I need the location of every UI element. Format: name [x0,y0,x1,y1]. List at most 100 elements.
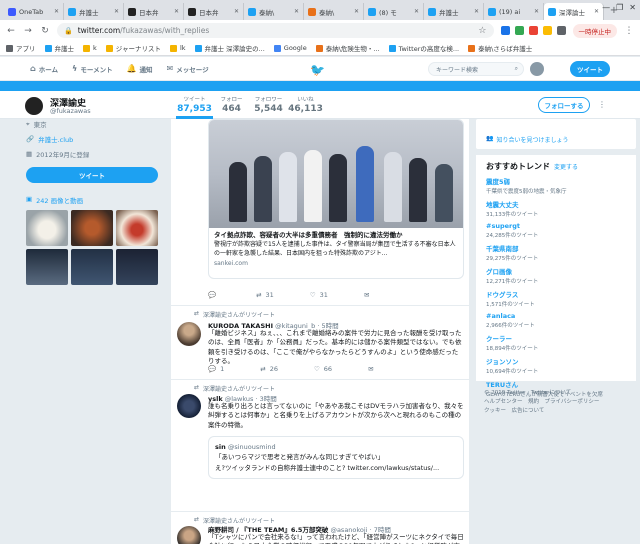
stat-likes[interactable]: いいね 46,113 [287,95,324,119]
compose-tweet-button[interactable]: ツイート [570,61,610,77]
profile-paused-badge[interactable]: 一時停止中 [572,23,617,38]
trend-item[interactable]: ジョンソン 10,694件のツイート [486,356,626,375]
close-window-icon[interactable]: ✕ [629,3,636,12]
media-thumbnail[interactable] [26,210,68,246]
menu-icon[interactable]: ⋮ [624,26,634,36]
tab-close-icon[interactable]: ✕ [534,8,539,15]
profile-avatar[interactable] [24,96,44,116]
bookmark-item[interactable]: Google [273,44,307,52]
trends-change-link[interactable]: 変更する [554,164,578,171]
follow-button[interactable]: フォローする [538,97,590,113]
search-icon[interactable]: ⌕ [515,65,518,73]
browser-tab[interactable]: 深澤論士 ✕ [544,3,604,20]
website-link[interactable]: 弁護士.club [38,134,73,144]
bookmark-item[interactable]: k [83,44,97,52]
browser-tab[interactable]: OneTab ✕ [4,3,64,20]
stat-tweets[interactable]: ツイート 87,953 [176,95,213,119]
back-icon[interactable]: ← [6,26,16,36]
tweet[interactable]: ⇄ 深澤諭史さんがリツイート yslk @lawkus · 3時間 誰も名乗り出ろ… [171,379,469,511]
like-button[interactable]: ♡ 66 [314,365,332,373]
trend-item[interactable]: #anlaca 2,966件のツイート [486,312,626,329]
media-thumbnail[interactable] [116,210,158,246]
bookmark-star-icon[interactable]: ☆ [478,26,486,36]
twitter-bird-icon[interactable]: 🐦 [310,63,325,77]
browser-tab[interactable]: 泰納\ ✕ [244,3,304,20]
browser-tab[interactable]: (19) ai ✕ [484,3,544,20]
link-card[interactable]: タイ拠点詐欺、容疑者の大半は多重債務者 強制的に違法労働か 警視庁が詐欺容疑で1… [208,119,464,279]
tweet-avatar[interactable] [177,394,201,418]
browser-tab[interactable]: 日本弁 ✕ [124,3,184,20]
trend-item[interactable]: 千葉県南部 29,275件のツイート [486,243,626,262]
tweet-avatar[interactable] [177,322,201,346]
retweet-button[interactable]: ⇄ 26 [260,365,278,373]
media-thumbnail[interactable] [26,249,68,285]
extension-icon[interactable] [528,26,538,35]
stat-followers[interactable]: フォロワー 5,544 [250,95,287,119]
bookmark-item[interactable]: Twitterの高度な検... [388,43,459,53]
url-field[interactable]: 🔒 twitter.com/fukazawas/with_replies ☆ [57,23,494,38]
search-input[interactable]: キーワード検索 ⌕ [428,62,524,76]
tab-close-icon[interactable]: ✕ [234,8,239,15]
trend-item[interactable]: #supergt 24,285件のツイート [486,222,626,239]
tab-close-icon[interactable]: ✕ [594,8,599,15]
tab-close-icon[interactable]: ✕ [414,8,419,15]
quoted-tweet[interactable]: sin @sinuousmind 「あいつらマジで思考と発言がみんな同じすぎてや… [208,436,464,480]
tweet[interactable]: ⇄ 深澤諭史さんがリツイート KURODA TAKASHI @kitaguni_b… [171,305,469,379]
extension-icon[interactable] [556,26,566,35]
trend-item[interactable]: グロ画像 12,271件のツイート [486,266,626,285]
bookmark-item[interactable]: ジャーナリスト [105,43,161,53]
browser-tab[interactable]: 日本弁 ✕ [184,3,244,20]
browser-tab[interactable]: 泰納\ ✕ [304,3,364,20]
browser-tab[interactable]: (8) モ ✕ [364,3,424,20]
tweet-avatar[interactable] [177,526,201,544]
footer-links[interactable]: ヘルプセンター 規約 プライバシーポリシー [484,398,636,407]
more-options-icon[interactable]: ⋮ [598,100,606,109]
reply-button[interactable]: 💬 1 [208,365,224,373]
tab-close-icon[interactable]: ✕ [354,8,359,15]
bookmark-item[interactable]: アプリ [6,43,36,53]
reply-button[interactable]: 💬 [208,291,220,299]
tab-close-icon[interactable]: ✕ [474,8,479,15]
tweet[interactable]: ⇄ 深澤諭史さんがリツイート 麻野耕司 / 『THE TEAM』6.5万部突破 @… [171,511,469,544]
reload-icon[interactable]: ↻ [40,26,50,36]
maximize-icon[interactable]: ❐ [616,3,623,12]
share-button[interactable]: ✉ [368,365,373,373]
bookmark-item[interactable]: 泰納\危険生物・... [315,43,380,53]
media-thumbnail[interactable] [116,249,158,285]
browser-tab[interactable]: 弁護士 ✕ [424,3,484,20]
footer-links[interactable]: クッキー 広告について [484,407,636,416]
media-header[interactable]: ▣ 242 画像と動画 [26,195,160,205]
bookmark-item[interactable]: lk [169,44,186,52]
tab-close-icon[interactable]: ✕ [294,8,299,15]
trend-item[interactable]: 震度5弱 千葉県で震度5弱の地震・気象庁 [486,176,626,195]
user-avatar[interactable] [530,62,544,76]
tab-close-icon[interactable]: ✕ [54,8,59,15]
stat-following[interactable]: フォロー 464 [213,95,250,119]
trend-item[interactable]: クーラー 18,894件のツイート [486,333,626,352]
like-button[interactable]: ♡ 31 [310,291,328,299]
trend-item[interactable]: ドウグラス 1,571件のツイート [486,289,626,308]
media-thumbnail[interactable] [71,249,113,285]
extension-icon[interactable] [500,26,510,35]
forward-icon[interactable]: → [23,26,33,36]
retweet-button[interactable]: ⇄ 31 [256,291,274,299]
tab-close-icon[interactable]: ✕ [114,8,119,15]
tweet-to-button[interactable]: ツイート [26,167,158,183]
nav-notifications[interactable]: 🔔 通知 [127,64,153,74]
nav-home[interactable]: ⌂ ホーム [30,64,58,74]
nav-messages[interactable]: ✉ メッセージ [167,64,209,74]
trend-item[interactable]: 地震大丈夫 31,133件のツイート [486,199,626,218]
extension-icon[interactable] [542,26,552,35]
bookmark-item[interactable]: 弁護士 深澤論史の... [194,43,265,53]
footer-links[interactable]: © 2019 Twitter Twitterについて [484,389,636,398]
find-friends-link[interactable]: 👥 知り合いを見つけましょう [486,135,569,144]
share-button[interactable]: ✉ [364,291,369,299]
extension-icon[interactable] [514,26,524,35]
bookmark-item[interactable]: 泰納\さらば弁護士 [468,43,532,53]
nav-moments[interactable]: ϟ モーメント [72,64,113,74]
browser-tab[interactable]: 弁護士 ✕ [64,3,124,20]
tab-close-icon[interactable]: ✕ [174,8,179,15]
minimize-icon[interactable]: — [602,3,610,12]
media-thumbnail[interactable] [71,210,113,246]
bookmark-item[interactable]: 弁護士 [44,43,74,53]
